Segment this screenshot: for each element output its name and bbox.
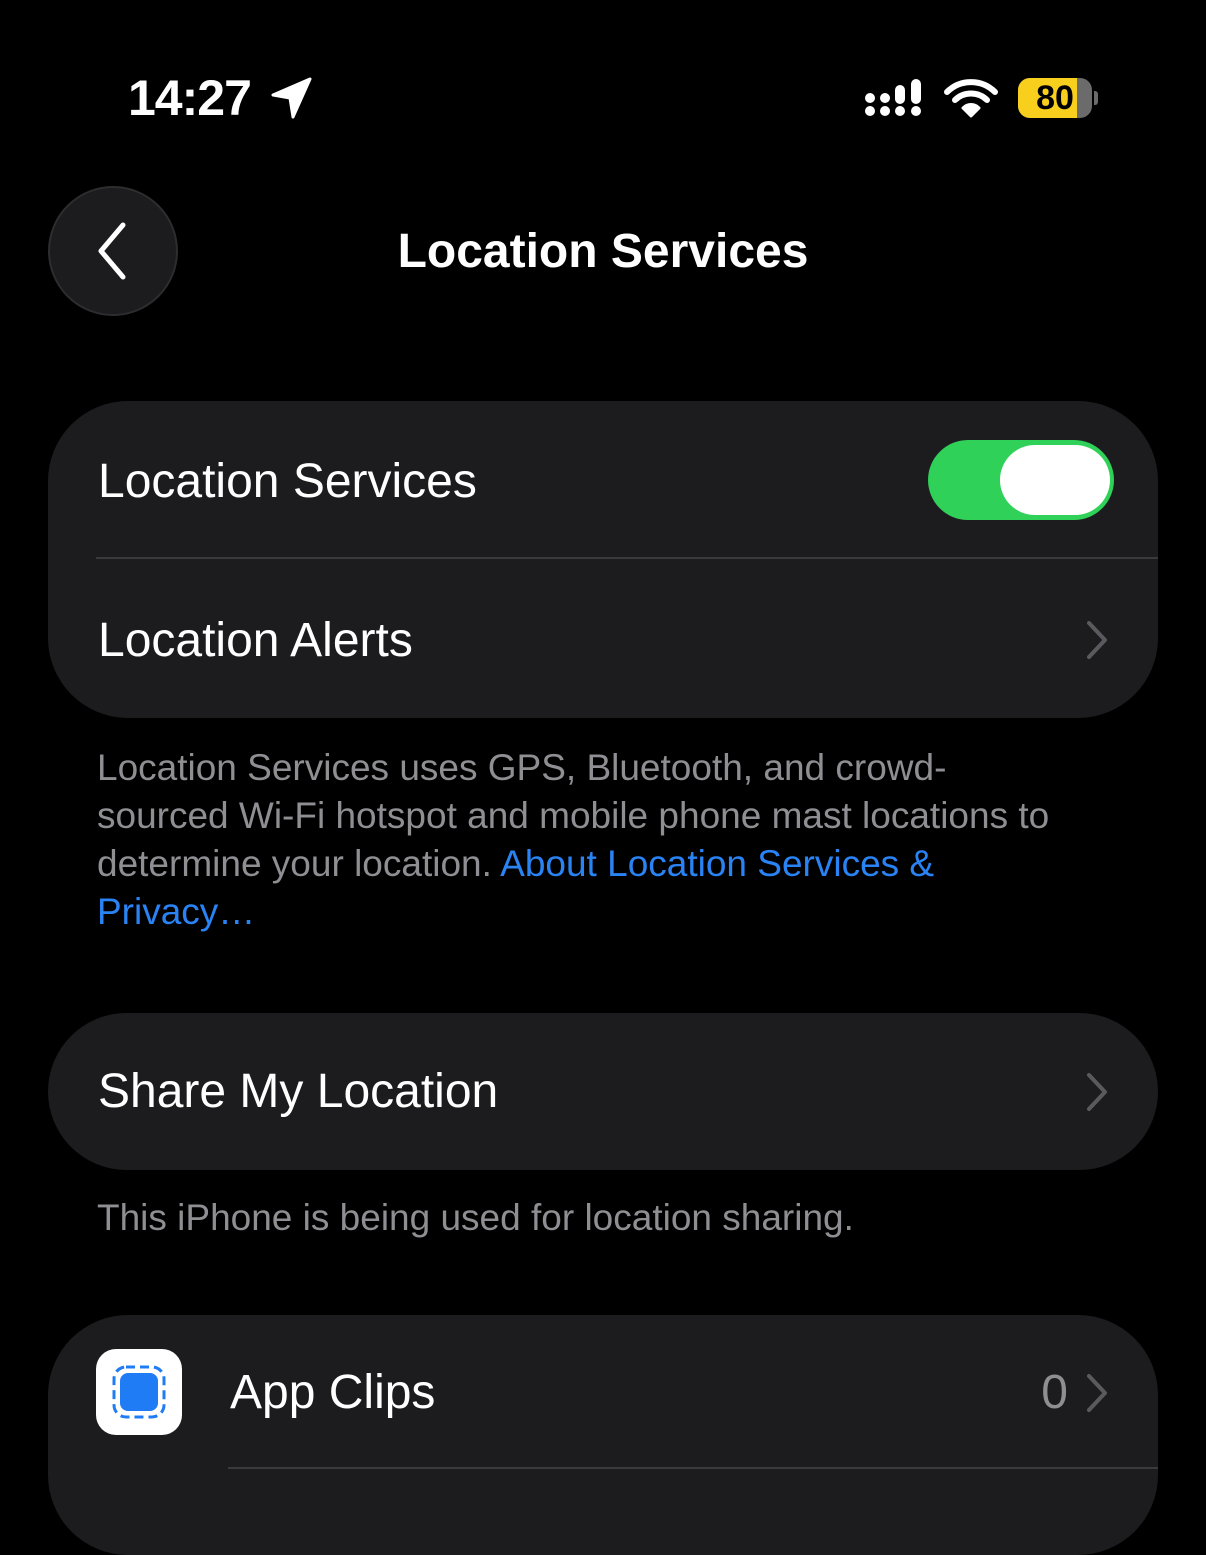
share-my-location-row[interactable]: Share My Location <box>48 1013 1158 1170</box>
location-services-label: Location Services <box>98 455 477 508</box>
page-title: Location Services <box>397 225 809 278</box>
app-clips-count: 0 <box>1041 1366 1068 1419</box>
location-alerts-row[interactable]: Location Alerts <box>48 559 1158 718</box>
location-services-row: Location Services <box>48 401 1158 559</box>
apps-group: App Clips 0 <box>48 1315 1158 1555</box>
app-clips-row[interactable]: App Clips 0 <box>48 1315 1158 1469</box>
toggle-knob <box>1000 445 1110 515</box>
battery-nub <box>1094 91 1098 105</box>
location-services-footer: Location Services uses GPS, Bluetooth, a… <box>97 744 1057 936</box>
app-clips-label: App Clips <box>230 1366 436 1419</box>
location-settings-group: Location Services Location Alerts <box>48 401 1158 718</box>
chevron-right-icon <box>1087 1073 1107 1111</box>
separator <box>228 1467 1158 1469</box>
chevron-right-icon <box>1087 621 1107 659</box>
wifi-icon <box>944 79 998 118</box>
chevron-right-icon <box>1087 1374 1107 1412</box>
app-clips-icon <box>96 1349 182 1435</box>
battery-level: 80 <box>1036 79 1074 117</box>
status-time: 14:27 <box>128 70 252 126</box>
location-arrow-icon <box>271 77 312 119</box>
share-location-group: Share My Location <box>48 1013 1158 1170</box>
share-location-footer: This iPhone is being used for location s… <box>97 1197 854 1238</box>
cellular-signal-icon <box>865 79 921 116</box>
app-clips-glyph <box>112 1365 166 1419</box>
location-services-toggle[interactable] <box>928 440 1114 520</box>
battery-body: 80 <box>1018 78 1092 118</box>
share-my-location-label: Share My Location <box>98 1065 499 1118</box>
battery-icon: 80 <box>1018 78 1098 118</box>
location-alerts-label: Location Alerts <box>98 614 413 667</box>
